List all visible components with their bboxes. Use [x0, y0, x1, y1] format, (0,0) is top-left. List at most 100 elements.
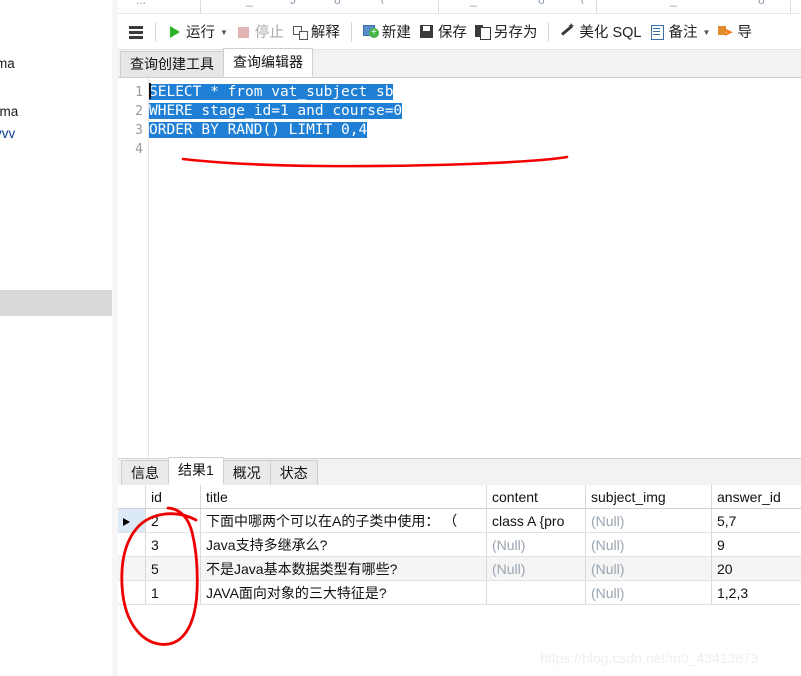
cell-subject-img[interactable]: (Null): [585, 556, 712, 581]
save-as-label: 另存为: [493, 25, 538, 41]
text-caret: [149, 83, 151, 99]
header-title[interactable]: title: [200, 485, 487, 509]
note-icon: [649, 24, 665, 40]
run-dropdown-caret-icon[interactable]: ▼: [220, 28, 228, 37]
application-window: ma ema vvv ... _ J o \ _ o \ _ o: [0, 0, 801, 676]
table-row[interactable]: 3 Java支持多继承么? (Null) (Null) 9: [118, 532, 801, 557]
tab-query-editor[interactable]: 查询编辑器: [223, 48, 313, 77]
cell-content[interactable]: (Null): [486, 556, 586, 581]
beautify-sql-button[interactable]: 美化 SQL: [556, 18, 645, 46]
export-label: 导: [737, 25, 752, 41]
tab-query-builder[interactable]: 查询创建工具: [120, 51, 224, 77]
tab-status[interactable]: 状态: [269, 460, 318, 485]
save-label: 保存: [437, 25, 467, 41]
result-grid[interactable]: id title content subject_img answer_id c…: [118, 485, 801, 676]
cell-id[interactable]: 1: [145, 580, 201, 605]
code-line-1[interactable]: SELECT * from vat_subject sb: [149, 83, 394, 102]
editor-gutter: 1 2 3 4: [118, 78, 149, 461]
line-number-1: 1: [135, 85, 143, 100]
row-marker-selected[interactable]: [118, 508, 146, 533]
line-number-2: 2: [135, 104, 143, 119]
cut-fragment-6: o: [538, 0, 545, 7]
header-content[interactable]: content: [486, 485, 586, 509]
cut-fragment-8: _: [670, 0, 677, 7]
editor-tabstrip: 查询创建工具 查询编辑器: [118, 48, 801, 78]
note-dropdown-caret-icon[interactable]: ▼: [702, 28, 710, 37]
cell-answer-id[interactable]: 5,7: [711, 508, 801, 533]
stop-button[interactable]: 停止: [232, 18, 288, 46]
tab-result1[interactable]: 结果1: [168, 457, 224, 485]
cut-fragment-7: \: [580, 0, 584, 7]
beautify-wand-icon: [560, 21, 576, 40]
sql-editor[interactable]: 1 2 3 4 SELECT * from vat_subject sb WHE…: [118, 78, 801, 461]
watermark-text: https://blog.csdn.net/m0_43413873: [540, 650, 759, 666]
run-label: 运行: [186, 25, 215, 41]
cell-title[interactable]: Java支持多继承么?: [200, 532, 487, 557]
hamburger-menu-icon: [128, 24, 144, 40]
row-marker[interactable]: [118, 556, 146, 581]
row-marker[interactable]: [118, 580, 146, 605]
cell-answer-id[interactable]: 1,2,3: [711, 580, 801, 605]
cell-title[interactable]: 不是Java基本数据类型有哪些?: [200, 556, 487, 581]
cell-id[interactable]: 2: [145, 508, 201, 533]
editor-toolbar: 运行 ▼ 停止 解释 新建 保存 另存为: [118, 14, 801, 50]
cell-content[interactable]: [486, 580, 586, 605]
cell-subject-img[interactable]: (Null): [585, 580, 712, 605]
table-row[interactable]: 1 JAVA面向对象的三大特征是? (Null) 1,2,3: [118, 580, 801, 605]
cut-fragment-2: J: [290, 0, 296, 7]
line-number-3: 3: [135, 123, 143, 138]
cut-fragment-3: o: [334, 0, 341, 7]
cell-content[interactable]: (Null): [486, 532, 586, 557]
note-button[interactable]: 备注 ▼: [645, 18, 714, 46]
code-line-3[interactable]: ORDER BY RAND() LIMIT 0,4: [149, 121, 368, 140]
cell-id[interactable]: 5: [145, 556, 201, 581]
left-sidebar: ma ema vvv: [0, 0, 113, 676]
main-panel: ... _ J o \ _ o \ _ o 运行 ▼ 停止 解释 + 新建 保存…: [118, 0, 801, 676]
save-as-icon: [474, 24, 491, 40]
table-row[interactable]: 2 下面中哪两个可以在A的子类中使用： （ class A {pro (Null…: [118, 508, 801, 533]
cell-title[interactable]: JAVA面向对象的三大特征是?: [200, 580, 487, 605]
result-table: id title content subject_img answer_id c…: [118, 485, 801, 605]
cut-fragment-5: _: [470, 0, 477, 7]
header-answer-id[interactable]: answer_id: [711, 485, 801, 509]
new-button[interactable]: 新建: [359, 18, 415, 46]
cut-off-toolbar-strip: ... _ J o \ _ o \ _ o: [118, 0, 801, 14]
row-marker[interactable]: [118, 532, 146, 557]
toolbar-separator-3: [548, 21, 550, 42]
cell-id[interactable]: 3: [145, 532, 201, 557]
cell-subject-img[interactable]: (Null): [585, 532, 712, 557]
hamburger-menu-button[interactable]: [124, 18, 148, 46]
header-row-marker: [118, 485, 146, 509]
cell-content[interactable]: class A {pro: [486, 508, 586, 533]
tab-info[interactable]: 信息: [121, 460, 169, 485]
current-row-arrow-icon: [123, 517, 130, 526]
stop-label: 停止: [254, 25, 284, 41]
tab-profile[interactable]: 概况: [222, 460, 271, 485]
cut-fragment-0: ...: [136, 0, 147, 7]
save-button[interactable]: 保存: [415, 18, 471, 46]
cell-answer-id[interactable]: 9: [711, 532, 801, 557]
cell-subject-img[interactable]: (Null): [585, 508, 712, 533]
explain-button[interactable]: 解释: [288, 18, 344, 46]
export-button[interactable]: 导: [714, 18, 756, 46]
code-line-1-text: SELECT * from vat_subject sb: [149, 84, 394, 100]
save-icon: [419, 24, 435, 40]
cell-answer-id[interactable]: 20: [711, 556, 801, 581]
sidebar-fragment-3: vvv: [0, 126, 16, 141]
export-icon: [718, 24, 734, 40]
run-button[interactable]: 运行 ▼: [163, 18, 232, 46]
editor-code-area[interactable]: SELECT * from vat_subject sb WHERE stage…: [149, 78, 403, 192]
header-id[interactable]: id: [145, 485, 201, 509]
code-line-2[interactable]: WHERE stage_id=1 and course=0: [149, 102, 403, 121]
table-row[interactable]: 5 不是Java基本数据类型有哪些? (Null) (Null) 20: [118, 556, 801, 581]
cut-fragment-9: o: [758, 0, 765, 7]
save-as-button[interactable]: 另存为: [471, 18, 542, 46]
header-subject-img[interactable]: subject_img: [585, 485, 712, 509]
explain-icon: [292, 24, 308, 40]
sidebar-fragment-2: ema: [0, 104, 19, 119]
table-header-row: id title content subject_img answer_id c…: [118, 485, 801, 509]
stop-icon: [236, 24, 252, 40]
results-tabstrip: 信息 结果1 概况 状态: [118, 457, 801, 486]
explain-label: 解释: [310, 25, 340, 41]
cell-title[interactable]: 下面中哪两个可以在A的子类中使用： （: [200, 508, 487, 533]
